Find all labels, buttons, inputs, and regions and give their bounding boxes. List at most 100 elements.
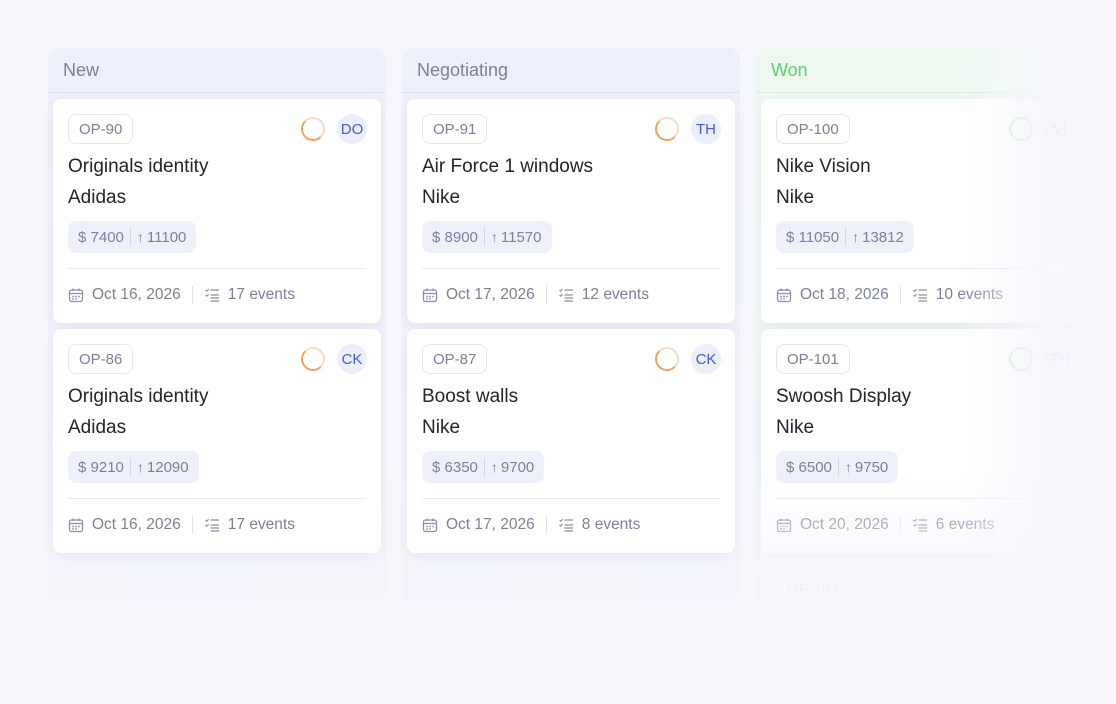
column-new: New OP-90 DO Originals identity Adidas $… (48, 48, 386, 668)
divider (191, 286, 193, 304)
divider (483, 228, 485, 246)
column-title: Won (756, 48, 1116, 93)
progress-ring-icon (301, 117, 325, 141)
avatar[interactable]: TH (1045, 344, 1075, 374)
due-date: Oct 17, 2026 (446, 516, 535, 533)
arrow-up-icon: ↑ (136, 459, 144, 475)
column-title: New (48, 48, 386, 93)
progress-ring-icon (655, 347, 679, 371)
company-name: Nike (422, 187, 461, 208)
event-count: 10 events (935, 286, 1003, 303)
opportunity-card[interactable]: OP-86 CK Originals identity Adidas $ 921… (53, 329, 381, 553)
opportunity-card[interactable]: OP-87 CK Boost walls Nike $ 6350 ↑ 9700 … (407, 329, 735, 553)
column-negotiating: Negotiating OP-91 TH Air Force 1 windows… (402, 48, 740, 668)
company-name: Nike (776, 417, 815, 438)
due-date: Oct 17, 2026 (446, 286, 535, 303)
due-date: Oct 20, 2026 (800, 516, 889, 533)
opportunity-id: OP-86 (68, 344, 134, 374)
divider (129, 228, 131, 246)
arrow-up-icon: ↑ (490, 459, 498, 475)
divider (845, 228, 847, 246)
avatar[interactable]: DO (337, 114, 367, 144)
amount-badge: $ 8900 ↑ 11570 (422, 221, 552, 253)
event-count: 17 events (227, 516, 295, 533)
card-footer: Oct 18, 2026 10 events (776, 281, 1003, 309)
divider (422, 498, 720, 499)
divider (776, 268, 1074, 269)
dollar-icon: $ (432, 458, 441, 476)
opportunity-title: Swoosh Display (776, 386, 912, 407)
opportunity-id: OP-100 (776, 114, 850, 144)
target-value: 11570 (500, 228, 542, 246)
amount-badge: $ 7400 ↑ 11100 (68, 221, 197, 253)
amount-badge: $ 6350 ↑ 9700 (422, 451, 545, 483)
checklist-icon (558, 518, 573, 532)
arrow-up-icon: ↑ (136, 229, 144, 245)
due-date: Oct 16, 2026 (92, 516, 181, 533)
target-value: 9700 (500, 458, 535, 476)
divider (483, 458, 485, 476)
amount-value: 7400 (90, 228, 124, 246)
divider (837, 458, 839, 476)
avatar[interactable]: CK (337, 344, 367, 374)
card-footer: Oct 16, 2026 17 events (68, 511, 295, 539)
card-footer: Oct 20, 2026 6 events (776, 511, 994, 539)
progress-ring-icon (655, 117, 679, 141)
divider (191, 516, 193, 534)
dollar-icon: $ (786, 458, 795, 476)
target-value: 11100 (146, 228, 187, 246)
card-footer: Oct 16, 2026 17 events (68, 281, 295, 309)
target-value: 13812 (862, 228, 904, 246)
amount-value: 9210 (90, 458, 124, 476)
checklist-icon (204, 288, 219, 302)
checklist-icon (204, 518, 219, 532)
opportunity-id: OP-87 (422, 344, 488, 374)
calendar-icon (776, 288, 792, 303)
opportunity-card[interactable]: OP-91 TH Air Force 1 windows Nike $ 8900… (407, 99, 735, 323)
column-title: Negotiating (402, 48, 740, 93)
avatar[interactable]: CK (691, 344, 721, 374)
progress-ring-icon (1009, 117, 1033, 141)
progress-ring-icon (301, 347, 325, 371)
event-count: 12 events (581, 286, 649, 303)
opportunity-card[interactable]: OP-102 (761, 559, 1089, 679)
amount-badge: $ 6500 ↑ 9750 (776, 451, 899, 483)
avatar[interactable]: TH (691, 114, 721, 144)
amount-value: 6350 (444, 458, 478, 476)
company-name: Nike (776, 187, 815, 208)
event-count: 8 events (581, 516, 641, 533)
target-value: 9750 (854, 458, 889, 476)
company-name: Adidas (68, 417, 127, 438)
opportunity-card[interactable]: OP-90 DO Originals identity Adidas $ 740… (53, 99, 381, 323)
card-footer: Oct 17, 2026 8 events (422, 511, 640, 539)
column-won: Won OP-100 VI Nike Vision Nike $ 11050 ↑… (756, 48, 1116, 679)
checklist-icon (558, 288, 573, 302)
calendar-icon (776, 518, 792, 533)
divider (422, 268, 720, 269)
opportunity-id: OP-90 (68, 114, 134, 144)
divider (545, 286, 547, 304)
opportunity-card[interactable]: OP-100 VI Nike Vision Nike $ 11050 ↑ 138… (761, 99, 1089, 323)
calendar-icon (422, 288, 438, 303)
opportunity-id: OP-102 (776, 574, 850, 604)
due-date: Oct 16, 2026 (92, 286, 181, 303)
opportunity-card[interactable]: OP-101 TH Swoosh Display Nike $ 6500 ↑ 9… (761, 329, 1089, 553)
arrow-up-icon: ↑ (852, 229, 860, 245)
opportunity-title: Originals identity (68, 386, 209, 407)
opportunity-id: OP-101 (776, 344, 850, 374)
calendar-icon (68, 518, 84, 533)
divider (68, 498, 366, 499)
opportunity-title: Nike Vision (776, 156, 871, 177)
dollar-icon: $ (78, 458, 87, 476)
kanban-board: New OP-90 DO Originals identity Adidas $… (0, 0, 1116, 704)
amount-badge: $ 11050 ↑ 13812 (776, 221, 914, 253)
divider (899, 286, 901, 304)
due-date: Oct 18, 2026 (800, 286, 889, 303)
company-name: Adidas (68, 187, 127, 208)
opportunity-id: OP-91 (422, 114, 488, 144)
avatar[interactable]: VI (1045, 114, 1075, 144)
divider (899, 516, 901, 534)
card-footer: Oct 17, 2026 12 events (422, 281, 649, 309)
divider (545, 516, 547, 534)
amount-value: 6500 (798, 458, 832, 476)
